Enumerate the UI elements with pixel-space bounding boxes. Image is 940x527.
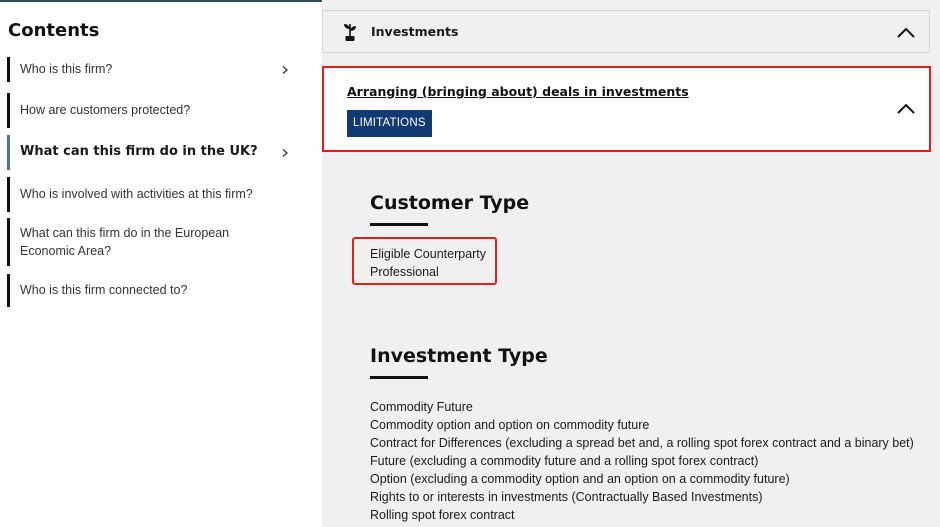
permissions-panel: Investments Arranging (bringing about) d…: [322, 0, 940, 527]
deal-title-link[interactable]: Arranging (bringing about) deals in inve…: [347, 84, 689, 99]
sidebar-item-label: Who is this firm?: [20, 62, 113, 76]
chevron-right-icon: [282, 65, 288, 74]
sidebar-item-label: What can this firm do in the UK?: [20, 144, 258, 159]
customer-type-heading: Customer Type: [370, 192, 530, 214]
deal-accordion-header[interactable]: Arranging (bringing about) deals in inve…: [322, 66, 931, 152]
limitations-badge[interactable]: LIMITATIONS: [347, 110, 432, 137]
plant-icon: [344, 24, 356, 41]
investment-type-value: Contract for Differences (excluding a sp…: [370, 436, 914, 450]
section-underline: [370, 376, 428, 379]
sidebar-item-label: Who is this firm connected to?: [20, 283, 188, 297]
chevron-up-icon[interactable]: [897, 103, 915, 114]
section-underline: [370, 223, 428, 226]
sidebar-item-label: Who is involved with activities at this …: [20, 187, 253, 201]
investment-type-value: Rolling spot forex contract: [370, 508, 515, 522]
contents-sidebar: Contents Who is this firm? How are custo…: [0, 0, 322, 527]
sidebar-item-label: How are customers protected?: [20, 103, 191, 117]
chevron-right-icon: [282, 148, 288, 157]
sidebar-item-label: What can this firm do in the European Ec…: [20, 226, 230, 258]
sidebar-item-who-is-this-firm[interactable]: Who is this firm?: [7, 57, 297, 82]
investment-type-value: Rights to or interests in investments (C…: [370, 490, 763, 504]
sidebar-item-people-involved[interactable]: Who is involved with activities at this …: [7, 177, 297, 212]
investment-type-value: Commodity Future: [370, 400, 473, 414]
sidebar-item-eea-activities[interactable]: What can this firm do in the European Ec…: [7, 218, 297, 266]
sidebar-item-uk-activities[interactable]: What can this firm do in the UK?: [7, 135, 297, 170]
investment-type-heading: Investment Type: [370, 345, 548, 367]
investment-type-value: Commodity option and option on commodity…: [370, 418, 650, 432]
investment-type-value: Option (excluding a commodity option and…: [370, 472, 790, 486]
contents-heading: Contents: [8, 20, 100, 41]
sidebar-item-connections[interactable]: Who is this firm connected to?: [7, 274, 297, 307]
investment-type-value: Future (excluding a commodity future and…: [370, 454, 759, 468]
customer-type-value: Eligible Counterparty: [370, 247, 487, 261]
investments-accordion-header[interactable]: Investments: [322, 10, 930, 53]
sidebar-item-customer-protection[interactable]: How are customers protected?: [7, 93, 297, 128]
customer-type-value: Professional: [370, 265, 439, 279]
chevron-up-icon[interactable]: [897, 27, 915, 38]
investments-title: Investments: [371, 24, 459, 39]
